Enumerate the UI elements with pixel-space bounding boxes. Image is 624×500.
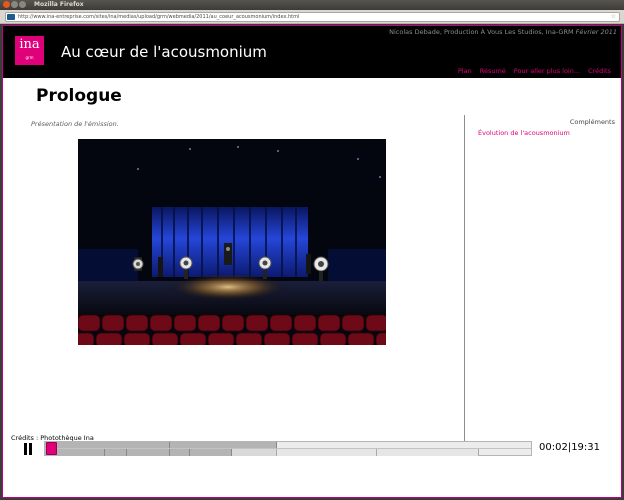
nav-link-credits[interactable]: Crédits — [588, 67, 611, 75]
byline: Nicolas Debade, Production À Vous Les St… — [389, 28, 617, 36]
chapter-segment[interactable] — [170, 442, 277, 448]
bookmark-star-icon[interactable]: ☆ — [611, 13, 616, 21]
byline-date: Février 2011 — [575, 28, 617, 36]
ina-logo[interactable]: ina grm — [15, 36, 44, 65]
address-bar: http://www.ina-entreprise.com/sites/ina/… — [0, 10, 624, 24]
byline-author: Nicolas Debade, Production À Vous Les St… — [389, 28, 574, 36]
pause-bar-right — [29, 443, 32, 455]
site-title: Au cœur de l'acousmonium — [61, 43, 267, 61]
url-field[interactable]: http://www.ina-entreprise.com/sites/ina/… — [5, 12, 620, 22]
section-description: Présentation de l'émission. — [31, 120, 119, 128]
url-text[interactable]: http://www.ina-entreprise.com/sites/ina/… — [18, 13, 299, 21]
pause-button[interactable] — [23, 443, 33, 455]
site-header: ina grm Au cœur de l'acousmonium Nicolas… — [3, 26, 621, 78]
sidebar-link-evolution[interactable]: Évolution de l'acousmonium — [478, 129, 570, 137]
close-window-icon[interactable] — [3, 1, 10, 8]
logo-text: ina — [19, 37, 40, 52]
chapter-segment[interactable] — [127, 449, 170, 456]
page-title: Prologue — [36, 86, 122, 106]
sidebar-title: Compléments — [569, 118, 615, 126]
chapter-segment[interactable] — [105, 449, 127, 456]
chapter-segment[interactable] — [377, 449, 479, 456]
acousmonium-stage-photo — [78, 139, 386, 345]
top-navigation: Plan Résumé Pour aller plus loin... Créd… — [458, 67, 611, 75]
chapter-segment[interactable] — [190, 449, 232, 456]
chapter-segment[interactable] — [232, 449, 277, 456]
minimize-window-icon[interactable] — [11, 1, 18, 8]
site-favicon-icon — [7, 14, 15, 20]
playhead-handle[interactable] — [46, 442, 57, 455]
timeline-chapters-top — [45, 442, 531, 449]
time-display: 00:02|19:31 — [539, 442, 601, 453]
window-titlebar: Mozilla Firefox — [0, 0, 624, 10]
chapter-segment[interactable] — [45, 442, 170, 448]
nav-link-plan[interactable]: Plan — [458, 67, 472, 75]
nav-link-pour-aller-plus-loin[interactable]: Pour aller plus loin... — [514, 67, 580, 75]
maximize-window-icon[interactable] — [19, 1, 26, 8]
nav-link-resume[interactable]: Résumé — [480, 67, 506, 75]
pause-bar-left — [24, 443, 27, 455]
logo-subtext: grm — [25, 55, 34, 60]
timeline-chapters-bottom — [45, 449, 531, 456]
media-timeline[interactable] — [44, 441, 532, 456]
chapter-segment[interactable] — [277, 449, 377, 456]
chapter-segment[interactable] — [170, 449, 190, 456]
column-divider — [464, 115, 465, 444]
window-title: Mozilla Firefox — [34, 1, 84, 8]
web-page: ina grm Au cœur de l'acousmonium Nicolas… — [2, 25, 622, 498]
